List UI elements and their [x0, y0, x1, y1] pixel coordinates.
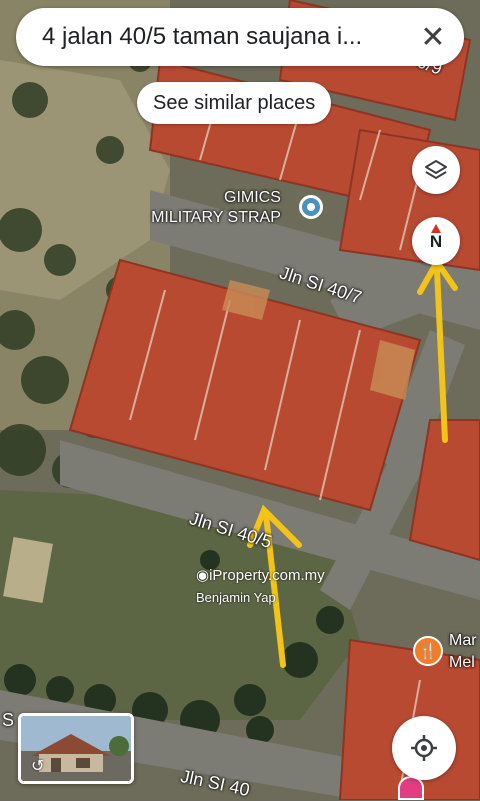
street-view-thumbnail[interactable]: ↺ — [18, 713, 134, 784]
watermark-brand-text: iProperty.com.my — [209, 567, 325, 584]
poi-label-line1: GIMICS — [224, 189, 281, 206]
street-view-rotate-icon: ↺ — [31, 758, 45, 775]
search-query-text[interactable]: 4 jalan 40/5 taman saujana i... — [42, 23, 416, 51]
my-location-button[interactable] — [392, 716, 456, 780]
layers-icon — [425, 160, 447, 179]
watermark-pin-icon: ◉ — [196, 567, 210, 584]
watermark: ◉iProperty.com.my Benjamin Yap — [196, 566, 325, 605]
watermark-author: Benjamin Yap — [196, 590, 276, 605]
compass-icon: N — [424, 224, 448, 258]
watermark-brand: ◉iProperty.com.my — [196, 566, 325, 584]
see-similar-places-button[interactable]: See similar places — [137, 82, 332, 124]
restaurant-label-line2: Mel — [449, 654, 475, 671]
compass-letter: N — [429, 232, 443, 251]
crosshair-icon — [411, 735, 437, 761]
layers-button[interactable] — [412, 146, 460, 194]
restaurant-label-line1: Mar — [449, 632, 477, 649]
road-label-left-partial: S — [2, 710, 15, 730]
compass-button[interactable]: N — [412, 217, 460, 265]
poi-label[interactable]: GIMICS MILITARY STRAP — [151, 188, 281, 228]
poi-label-line2: MILITARY STRAP — [151, 209, 281, 226]
restaurant-label[interactable]: Mar Mel — [449, 630, 477, 674]
restaurant-pin-icon[interactable]: 🍴 — [413, 636, 443, 666]
poi-pin-icon[interactable] — [297, 193, 325, 221]
search-bar[interactable]: 4 jalan 40/5 taman saujana i... ✕ — [16, 8, 464, 66]
close-icon[interactable]: ✕ — [416, 20, 450, 54]
